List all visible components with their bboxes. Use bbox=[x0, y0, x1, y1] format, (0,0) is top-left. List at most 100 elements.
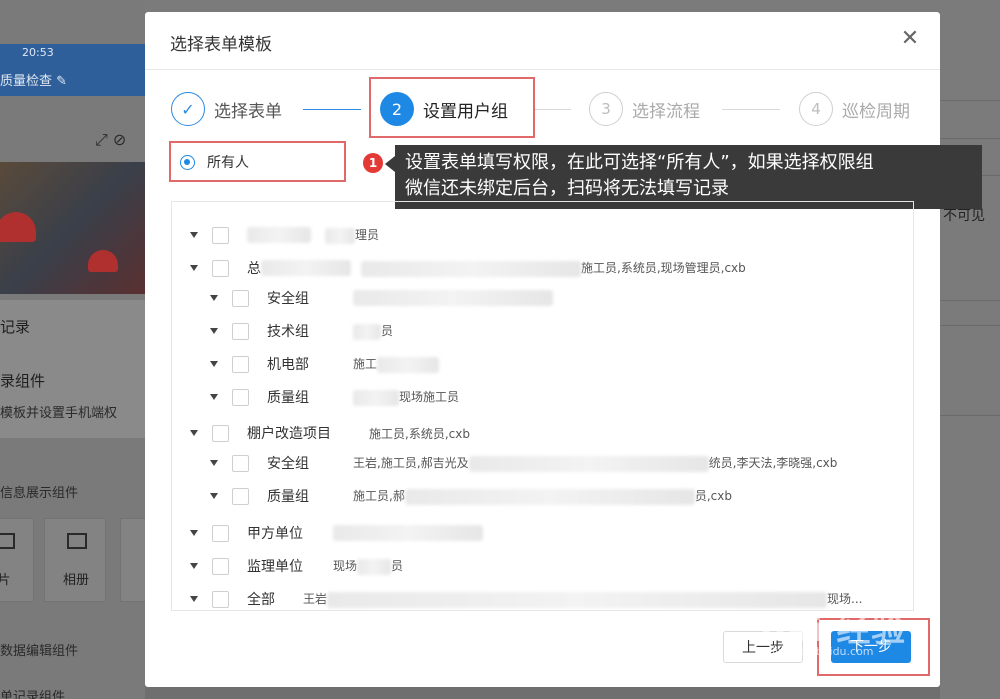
caret-down-icon[interactable] bbox=[210, 295, 218, 301]
blurred-text bbox=[361, 260, 581, 277]
tree-name: 总 bbox=[247, 261, 261, 277]
tree-name: 监理单位 bbox=[247, 559, 303, 575]
check-icon: ✓ bbox=[171, 92, 205, 126]
checkbox[interactable] bbox=[212, 524, 229, 542]
step-label: 选择流程 bbox=[632, 101, 700, 122]
tree-row[interactable]: 总 施工员,系统员,现场管理员,cxb bbox=[190, 257, 746, 279]
tree-members: 现场施工员 bbox=[353, 388, 459, 406]
checkbox[interactable] bbox=[212, 226, 229, 244]
step-connector bbox=[535, 109, 571, 110]
select-form-template-dialog: 选择表单模板 ✕ ✓ 选择表单 2 设置用户组 3 选择流程 4 巡检周期 所有… bbox=[145, 12, 982, 687]
dialog-header: 选择表单模板 ✕ bbox=[145, 12, 940, 70]
checkbox[interactable] bbox=[232, 487, 249, 505]
tree-name: 棚户改造项目 bbox=[247, 426, 331, 442]
tile-text: 文 bbox=[120, 518, 145, 602]
tree-members: 理员 bbox=[325, 226, 379, 244]
record-section-label: 单记录组件 bbox=[0, 690, 66, 699]
tree-members: 员 bbox=[353, 322, 393, 340]
step-select-process[interactable]: 3 选择流程 bbox=[589, 92, 700, 126]
blurred-text bbox=[377, 356, 440, 373]
step-select-form[interactable]: ✓ 选择表单 bbox=[171, 92, 282, 126]
tile-label: 文 bbox=[121, 569, 145, 588]
caret-down-icon[interactable] bbox=[190, 265, 198, 271]
blurred-text bbox=[353, 290, 553, 306]
tree-name: 机电部 bbox=[267, 357, 309, 373]
blurred-text bbox=[247, 227, 311, 243]
background-top bbox=[145, 0, 940, 12]
checkbox[interactable] bbox=[232, 289, 249, 307]
tree-row[interactable]: 甲方单位 bbox=[190, 522, 483, 544]
tree-name: 安全组 bbox=[267, 456, 309, 472]
caret-down-icon[interactable] bbox=[190, 430, 198, 436]
checkbox[interactable] bbox=[212, 590, 229, 608]
expand-icon: ⤢ ⊘ bbox=[95, 130, 127, 149]
caret-down-icon[interactable] bbox=[210, 328, 218, 334]
checkbox[interactable] bbox=[212, 424, 229, 442]
blurred-text bbox=[353, 389, 399, 406]
blurred-text bbox=[404, 488, 695, 505]
background-left-panel: 20:53 质量检查 ✎ ⤢ ⊘ 记录 录组件 模板并设置手机端权 信息展示组件… bbox=[0, 0, 145, 699]
phone-time: 20:53 bbox=[22, 46, 54, 59]
caret-down-icon[interactable] bbox=[210, 394, 218, 400]
site-photo bbox=[0, 162, 145, 294]
blurred-text bbox=[261, 260, 351, 276]
tooltip-box: 设置表单填写权限，在此可选择“所有人”，如果选择权限组 微信还未绑定后台，扫码将… bbox=[395, 145, 982, 209]
caret-down-icon[interactable] bbox=[190, 530, 198, 536]
highlight-radio-box bbox=[169, 141, 346, 182]
image-icon bbox=[0, 533, 15, 549]
tree-row[interactable]: 质量组 现场施工员 bbox=[210, 386, 459, 408]
highlight-step-box bbox=[369, 77, 535, 138]
tree-members: 王岩,施工员,郝吉光及 统员,李天法,李晓强,cxb bbox=[353, 455, 838, 472]
tree-row[interactable]: 技术组 员 bbox=[210, 320, 393, 342]
checkbox[interactable] bbox=[212, 557, 229, 575]
album-icon bbox=[67, 533, 87, 549]
tooltip-line-2: 微信还未绑定后台，扫码将无法填写记录 bbox=[405, 178, 729, 199]
step-label: 巡检周期 bbox=[842, 101, 910, 122]
info-section-label: 信息展示组件 bbox=[0, 486, 79, 501]
tooltip-badge: 1 bbox=[363, 153, 383, 173]
tile-label: 片 bbox=[0, 573, 11, 588]
tree-row[interactable]: 质量组 施工员,郝 员,cxb bbox=[210, 485, 732, 507]
tooltip-line-1: 设置表单填写权限，在此可选择“所有人”，如果选择权限组 bbox=[405, 152, 874, 173]
tree-row[interactable]: 安全组 bbox=[210, 287, 553, 309]
step-connector bbox=[722, 109, 780, 110]
checkbox[interactable] bbox=[232, 454, 249, 472]
step-number: 3 bbox=[589, 92, 623, 126]
tree-row[interactable]: 监理单位 现场员 bbox=[190, 555, 403, 577]
component-hint: 模板并设置手机端权 bbox=[0, 406, 118, 421]
caret-down-icon[interactable] bbox=[210, 493, 218, 499]
tree-name: 甲方单位 bbox=[247, 526, 303, 542]
tree-members: 施工员,系统员,cxb bbox=[369, 426, 470, 441]
background-right-panel: 不可见 bbox=[940, 0, 1000, 699]
tree-members: 施工 bbox=[353, 355, 440, 373]
blurred-text bbox=[468, 455, 709, 472]
caret-down-icon[interactable] bbox=[190, 563, 198, 569]
step-connector bbox=[303, 109, 361, 110]
tree-members: 施工员,郝 员,cxb bbox=[353, 488, 732, 505]
step-number: 4 bbox=[799, 92, 833, 126]
component-label: 录组件 bbox=[0, 372, 46, 390]
checkbox[interactable] bbox=[232, 388, 249, 406]
tree-row[interactable]: 棚户改造项目 施工员,系统员,cxb bbox=[190, 422, 470, 444]
tree-row[interactable]: 安全组 王岩,施工员,郝吉光及 统员,李天法,李晓强,cxb bbox=[210, 452, 837, 474]
tree-members: 现场员 bbox=[333, 558, 404, 575]
caret-down-icon[interactable] bbox=[190, 596, 198, 602]
tree-name: 质量组 bbox=[267, 489, 309, 505]
phone-status-bar: 20:53 质量检查 ✎ bbox=[0, 44, 145, 96]
step-inspection-cycle[interactable]: 4 巡检周期 bbox=[799, 92, 910, 126]
record-label: 记录 bbox=[0, 318, 31, 336]
caret-down-icon[interactable] bbox=[210, 460, 218, 466]
caret-down-icon[interactable] bbox=[190, 232, 198, 238]
tree-row[interactable]: 机电部 施工 bbox=[210, 353, 440, 375]
user-group-tree: 理员 总 施工员,系统员,现场管理员,cxb 安全组 技术组 员 机电部 施工 … bbox=[171, 201, 914, 611]
dialog-title: 选择表单模板 bbox=[170, 35, 272, 55]
tile-image: 片 bbox=[0, 518, 34, 602]
tooltip-arrow bbox=[385, 156, 395, 172]
checkbox[interactable] bbox=[232, 322, 249, 340]
checkbox[interactable] bbox=[232, 355, 249, 373]
caret-down-icon[interactable] bbox=[210, 361, 218, 367]
blurred-text bbox=[353, 323, 381, 340]
checkbox[interactable] bbox=[212, 259, 229, 277]
tree-row[interactable]: 理员 bbox=[190, 224, 379, 246]
close-icon[interactable]: ✕ bbox=[897, 26, 923, 52]
